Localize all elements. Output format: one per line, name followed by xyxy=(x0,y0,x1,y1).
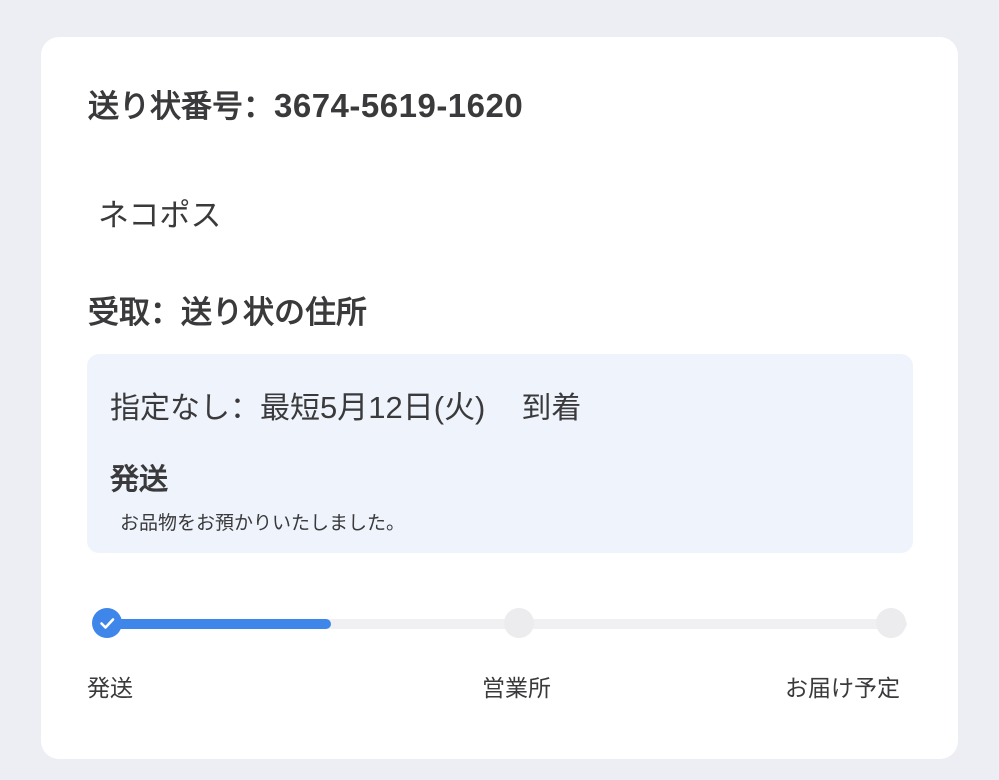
step-label-delivery: お届け予定 xyxy=(785,676,900,702)
receive-method: 受取：送り状の住所 xyxy=(88,295,367,331)
status-title: 発送 xyxy=(110,462,169,496)
step-dot-shipped xyxy=(92,608,122,638)
status-box: 指定なし：最短5月12日(火) 到着 発送 お品物をお預かりいたしました。 xyxy=(87,354,913,553)
progress-tracker: 発送 営業所 お届け予定 xyxy=(41,607,958,702)
tracking-label: 送り状番号： xyxy=(88,89,274,125)
delivery-estimate: 指定なし：最短5月12日(火) 到着 xyxy=(110,382,581,427)
service-name: ネコポス xyxy=(98,198,222,234)
delivery-date: 5月12日(火) xyxy=(320,390,486,425)
progress-fill xyxy=(107,619,331,629)
check-icon xyxy=(100,618,115,629)
shipment-card: 送り状番号：3674-5619-1620 ネコポス 受取：送り状の住所 指定なし… xyxy=(41,37,958,759)
delivery-prefix: 指定なし：最短 xyxy=(110,391,320,426)
step-dot-delivery xyxy=(876,608,906,638)
delivery-suffix: 到着 xyxy=(521,391,582,426)
tracking-number[interactable]: 3674-5619-1620 xyxy=(274,87,523,124)
status-detail: お品物をお預かりいたしました。 xyxy=(120,512,406,534)
step-dot-office xyxy=(504,608,534,638)
step-label-shipped: 発送 xyxy=(87,676,133,702)
step-label-office: 営業所 xyxy=(482,676,551,702)
tracking-number-heading: 送り状番号：3674-5619-1620 xyxy=(88,81,523,126)
